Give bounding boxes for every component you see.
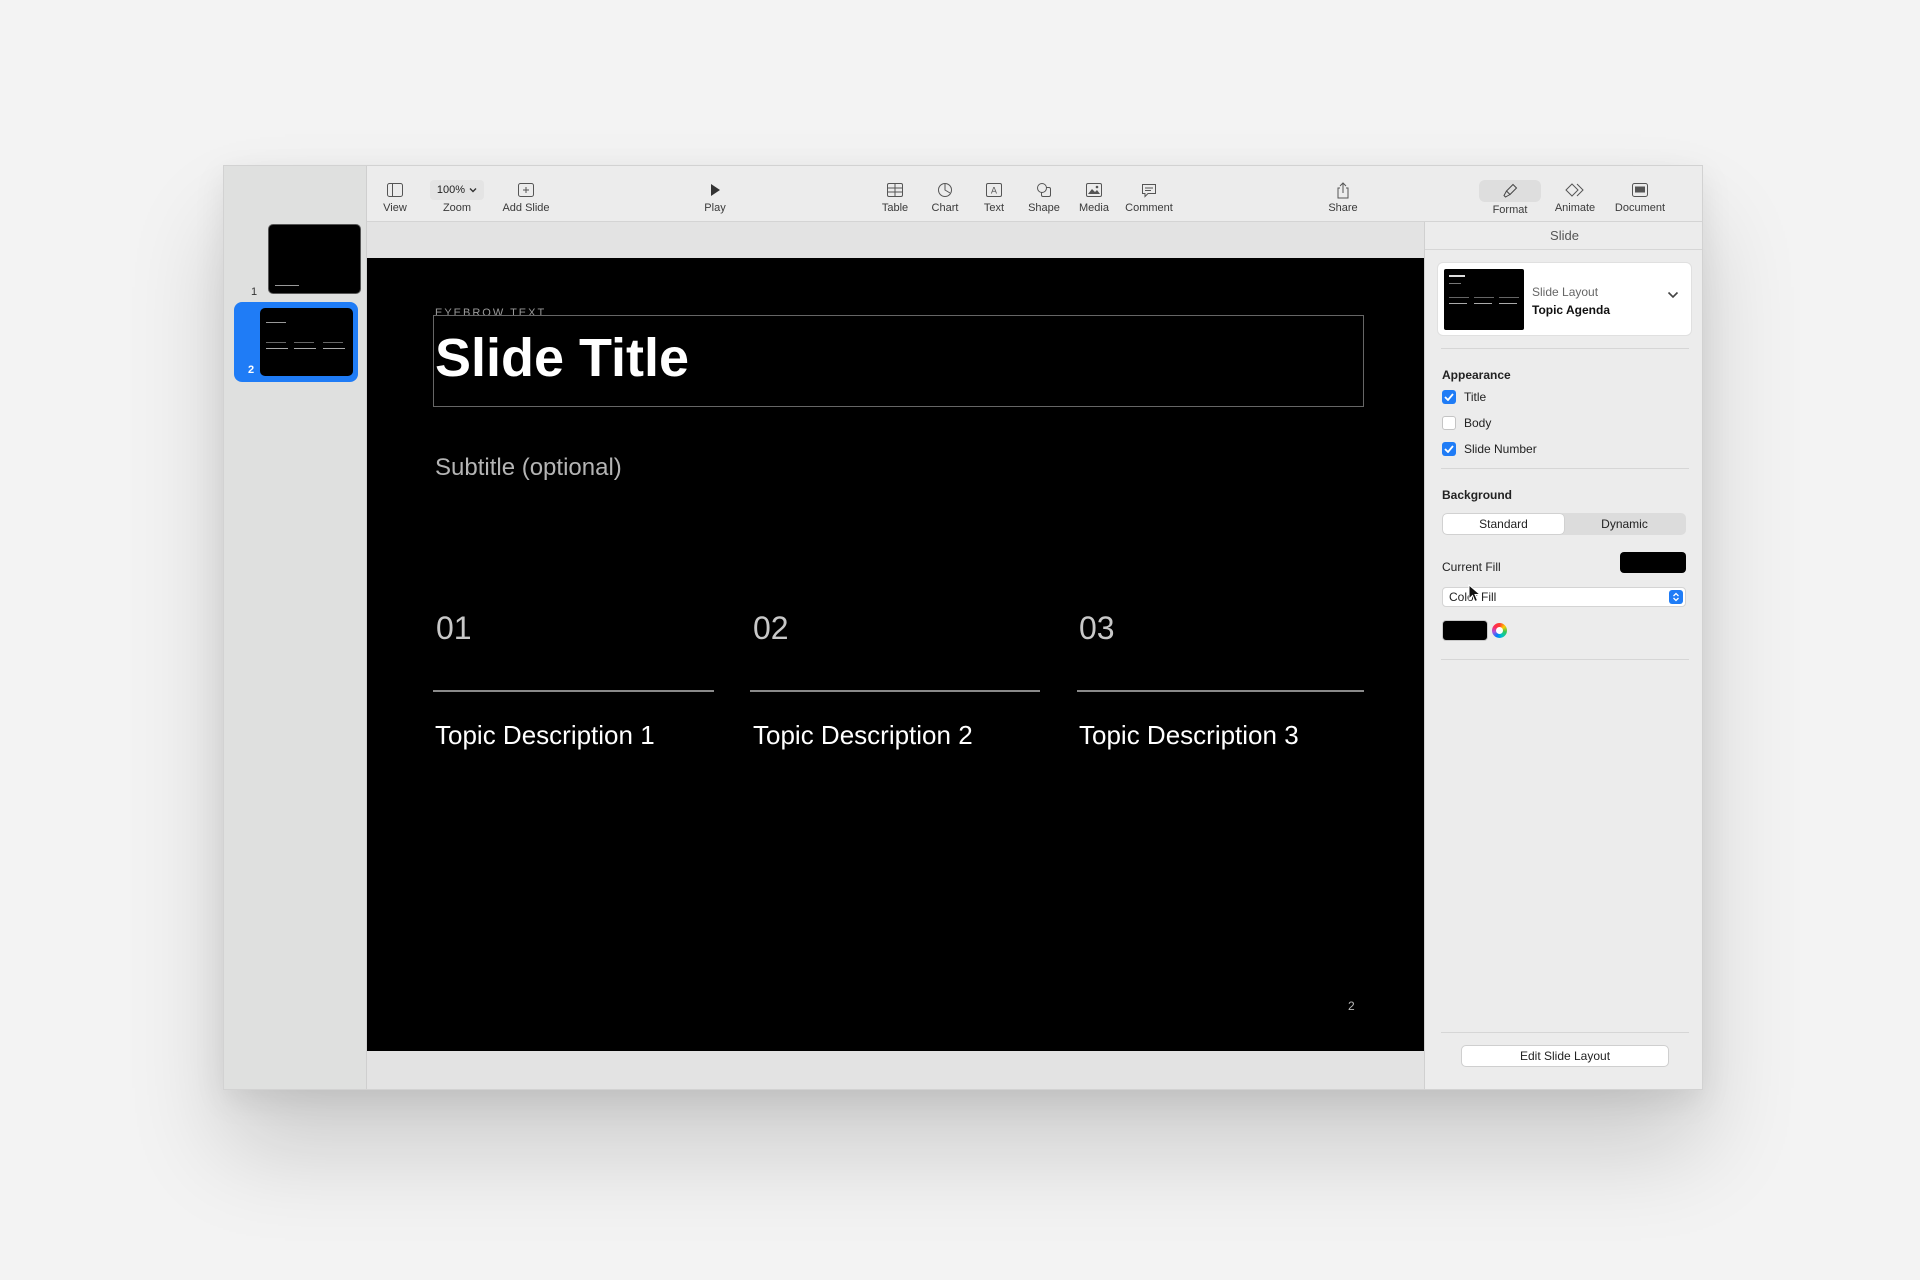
body-checkbox-label: Body <box>1464 416 1492 430</box>
view-button[interactable]: View <box>360 180 430 214</box>
sidebar-icon <box>387 183 403 197</box>
layout-caption: Slide Layout <box>1532 285 1599 299</box>
play-label: Play <box>704 202 726 214</box>
zoom-select[interactable]: 100% <box>429 180 485 200</box>
topic-number-1[interactable]: 01 <box>436 610 472 647</box>
add-slide-icon <box>518 183 534 197</box>
zoom-value: 100% <box>436 184 466 196</box>
add-slide-button[interactable]: Add Slide <box>491 180 561 214</box>
add-slide-label: Add Slide <box>502 202 550 214</box>
title-checkbox[interactable] <box>1442 390 1456 404</box>
select-arrows-icon <box>1669 590 1683 604</box>
checkmark-icon <box>1444 393 1454 401</box>
background-heading: Background <box>1442 488 1513 502</box>
format-inspector: Slide Slide Layout Topic Agenda Appearan… <box>1424 222 1702 1089</box>
divider <box>1441 468 1689 469</box>
comment-button[interactable]: Comment <box>1114 180 1184 214</box>
topic-description-3[interactable]: Topic Description 3 <box>1079 720 1299 751</box>
play-button[interactable]: Play <box>680 180 750 214</box>
shape-icon <box>1037 183 1051 197</box>
slide-subtitle[interactable]: Subtitle (optional) <box>435 454 622 482</box>
slide-canvas: EYEBROW TEXT Slide Title Subtitle (optio… <box>367 222 1424 1089</box>
format-label: Format <box>1492 204 1528 216</box>
format-button[interactable]: Format <box>1475 180 1545 216</box>
topic-divider-3 <box>1077 690 1364 692</box>
title-checkbox-label: Title <box>1464 390 1487 404</box>
animate-diamond-icon <box>1565 183 1584 197</box>
zoom-button[interactable]: 100% Zoom <box>422 180 492 214</box>
background-dynamic-button[interactable]: Dynamic <box>1564 514 1685 534</box>
paintbrush-icon <box>1503 183 1518 198</box>
background-standard-button[interactable]: Standard <box>1443 514 1564 534</box>
share-label: Share <box>1328 202 1358 214</box>
checkmark-icon <box>1444 445 1454 453</box>
topic-divider-2 <box>750 690 1040 692</box>
zoom-label: Zoom <box>442 202 472 214</box>
slide-number-checkbox-row[interactable]: Slide Number <box>1442 442 1537 456</box>
divider <box>1441 348 1689 349</box>
layout-thumbnail <box>1444 269 1524 330</box>
slide[interactable]: EYEBROW TEXT Slide Title Subtitle (optio… <box>367 258 1424 1051</box>
divider <box>1441 659 1689 660</box>
topic-divider-1 <box>433 690 714 692</box>
comment-label: Comment <box>1125 202 1173 214</box>
slide-thumbnail-number: 1 <box>251 286 258 298</box>
fill-color-well[interactable] <box>1442 620 1488 641</box>
current-fill-swatch[interactable] <box>1620 552 1686 573</box>
comment-icon <box>1142 183 1156 198</box>
background-mode-segmented-control: Standard Dynamic <box>1442 513 1686 535</box>
share-button[interactable]: Share <box>1308 180 1378 214</box>
animate-button[interactable]: Animate <box>1540 180 1610 214</box>
slide-thumbnail-preview <box>260 308 353 376</box>
slide-thumbnail-preview <box>268 224 361 294</box>
slide-thumbnail-number: 2 <box>248 364 255 376</box>
slide-layout-picker[interactable]: Slide Layout Topic Agenda <box>1437 262 1692 336</box>
slide-thumbnail-1[interactable]: 1 <box>234 224 361 300</box>
chart-icon <box>938 183 952 197</box>
divider <box>1441 1032 1689 1033</box>
edit-slide-layout-button[interactable]: Edit Slide Layout <box>1461 1045 1669 1067</box>
document-label: Document <box>1614 202 1666 214</box>
slide-number-checkbox[interactable] <box>1442 442 1456 456</box>
topic-number-2[interactable]: 02 <box>753 610 789 647</box>
toolbar: View 100% Zoom Add Slide Play Table Char… <box>367 166 1702 222</box>
text-box-icon: A <box>986 183 1002 197</box>
inspector-tab-slide[interactable]: Slide <box>1425 222 1702 250</box>
chevron-down-icon[interactable] <box>1667 291 1679 299</box>
share-icon <box>1337 181 1349 198</box>
document-icon <box>1632 183 1648 197</box>
table-icon <box>887 183 903 197</box>
topic-description-1[interactable]: Topic Description 1 <box>435 720 655 751</box>
slide-title[interactable]: Slide Title <box>435 331 689 385</box>
slide-navigator: 1 2 <box>224 166 367 1089</box>
title-checkbox-row[interactable]: Title <box>1442 390 1486 404</box>
current-fill-label: Current Fill <box>1442 560 1501 574</box>
animate-label: Animate <box>1554 202 1596 214</box>
topic-description-2[interactable]: Topic Description 2 <box>753 720 973 751</box>
media-icon <box>1086 183 1102 197</box>
document-button[interactable]: Document <box>1605 180 1675 214</box>
chevron-down-icon <box>469 188 477 193</box>
play-icon <box>711 184 720 196</box>
body-checkbox-row[interactable]: Body <box>1442 416 1491 430</box>
mouse-pointer-icon <box>1468 584 1482 603</box>
body-checkbox[interactable] <box>1442 416 1456 430</box>
layout-name: Topic Agenda <box>1532 303 1610 317</box>
slide-thumbnail-2[interactable]: 2 <box>234 302 358 382</box>
topic-number-3[interactable]: 03 <box>1079 610 1115 647</box>
color-wheel-icon[interactable] <box>1492 623 1507 638</box>
slide-number: 2 <box>1348 999 1355 1013</box>
svg-text:A: A <box>991 187 998 197</box>
slide-number-checkbox-label: Slide Number <box>1464 442 1537 456</box>
keynote-window: 1 2 View 100% Zoom Add Slide Play Table … <box>223 165 1703 1090</box>
view-label: View <box>383 202 407 214</box>
appearance-heading: Appearance <box>1442 368 1511 382</box>
